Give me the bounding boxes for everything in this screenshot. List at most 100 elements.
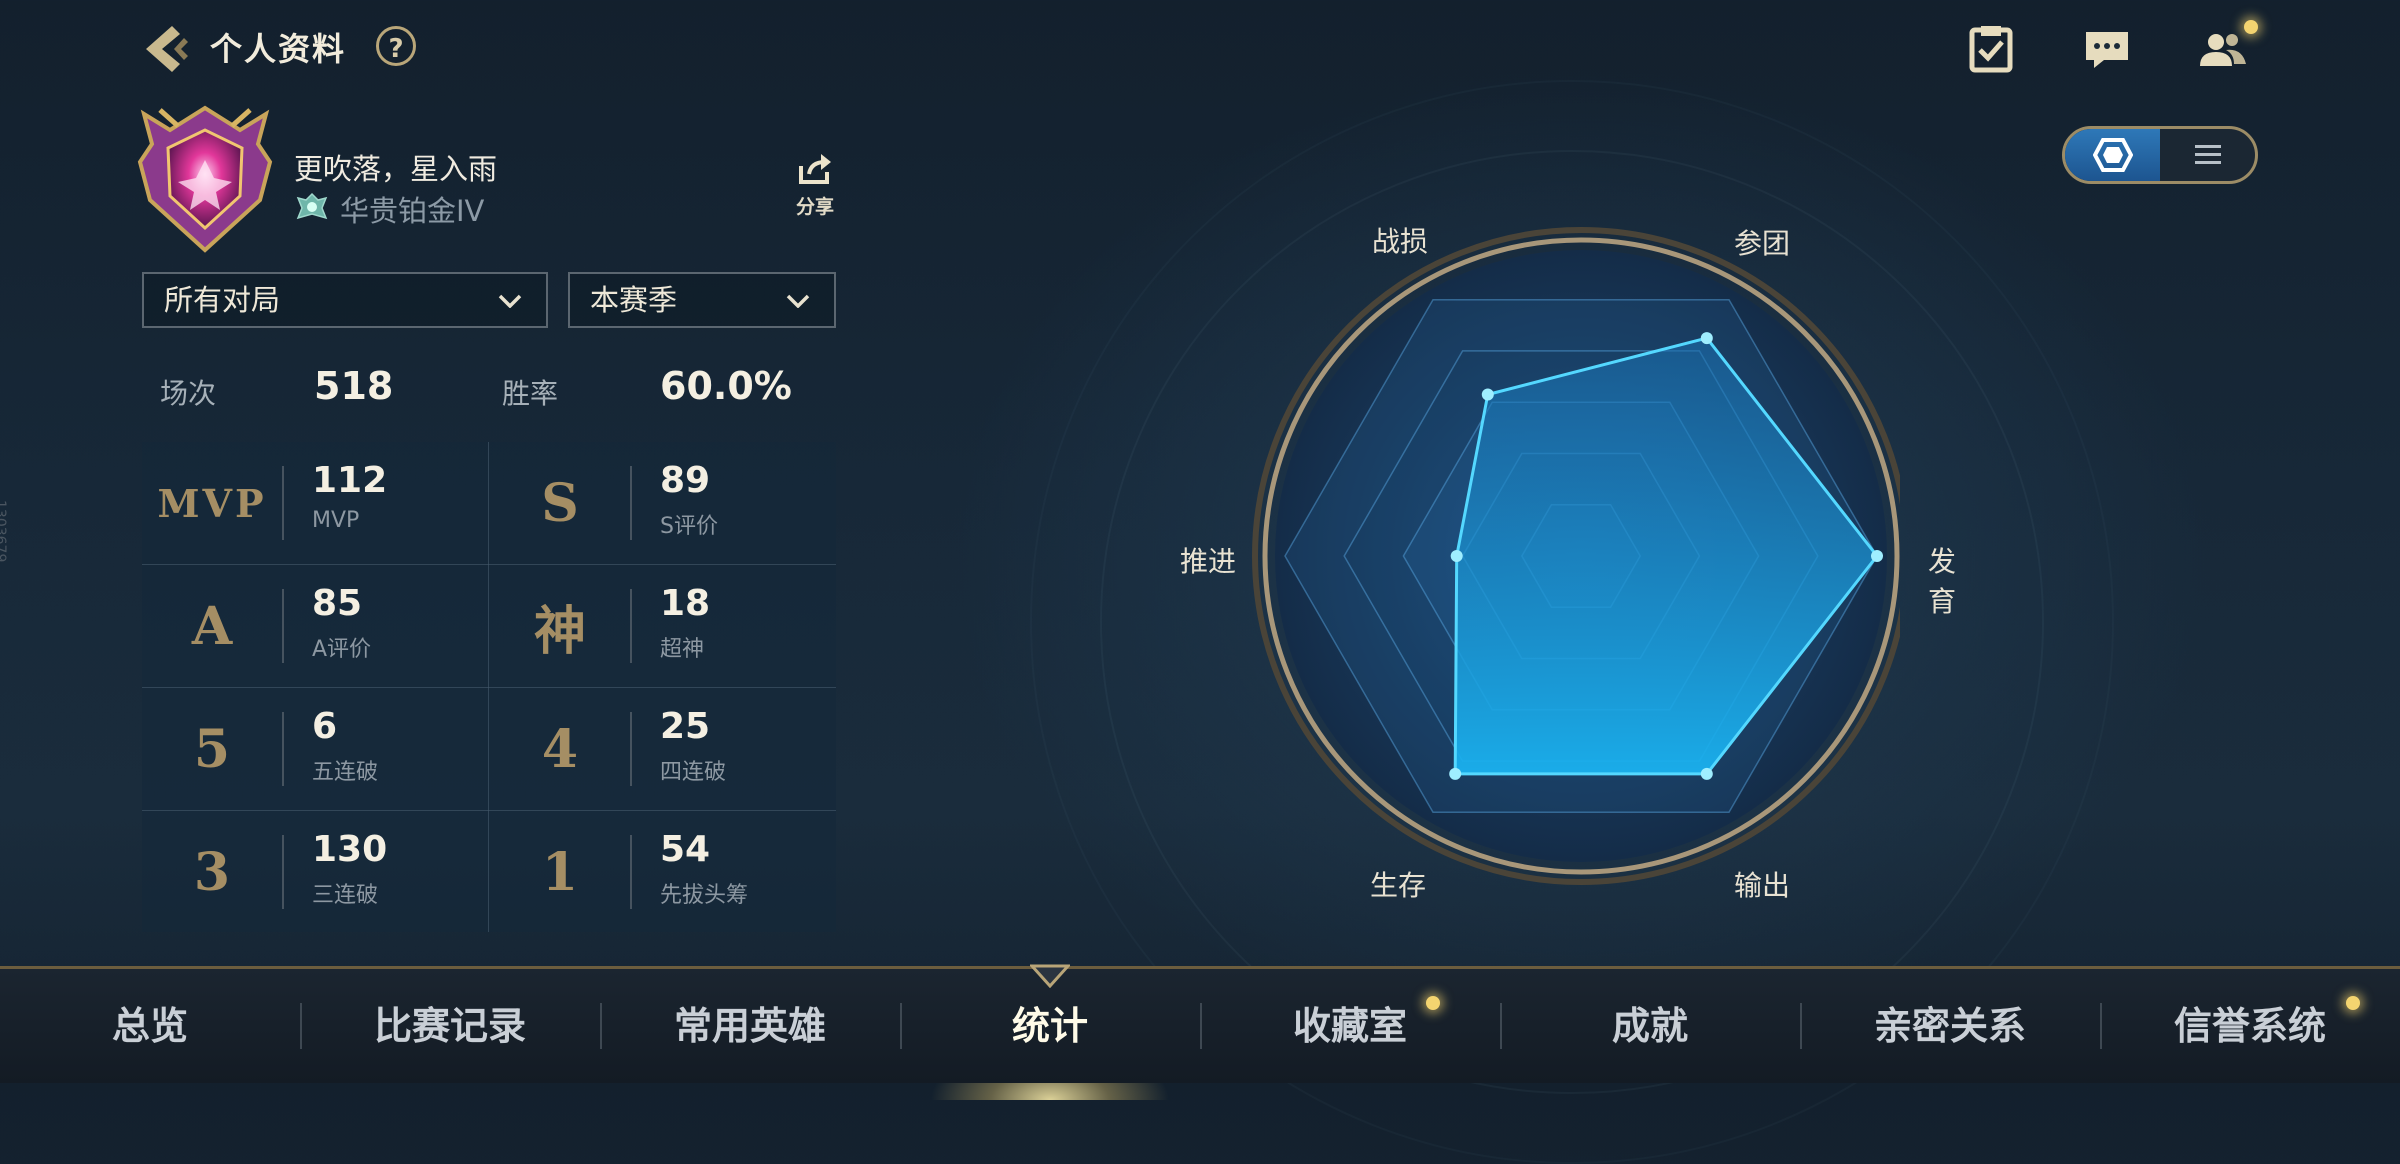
winrate-label: 胜率 xyxy=(502,377,559,410)
cell-divider xyxy=(630,466,632,540)
match-type-dropdown[interactable]: 所有对局 xyxy=(142,272,548,328)
tab-collection[interactable]: 收藏室 xyxy=(1200,969,1500,1083)
stat-value: 6 xyxy=(312,706,338,747)
match-type-value: 所有对局 xyxy=(164,283,281,317)
radar-axis-label: 输出 xyxy=(1734,869,1791,902)
stat-label: MVP xyxy=(312,508,360,533)
friends-icon xyxy=(2200,34,2246,66)
tab-common-heroes[interactable]: 常用英雄 xyxy=(600,969,900,1083)
platinum-rank-icon xyxy=(296,192,328,220)
rank-emblem-icon xyxy=(137,105,273,253)
radar-view-button[interactable] xyxy=(2065,129,2160,181)
stat-label: 三连破 xyxy=(312,883,379,908)
radar-point xyxy=(1700,767,1713,780)
cell-divider xyxy=(630,589,632,663)
list-view-button[interactable] xyxy=(2160,129,2255,181)
godlike-badge-icon: 神 xyxy=(533,600,586,662)
collection-notification-dot xyxy=(1426,996,1440,1010)
stat-label: 超神 xyxy=(660,637,705,662)
stat-label: A评价 xyxy=(312,637,372,662)
stat-label: 五连破 xyxy=(312,760,379,785)
triple-kill-badge-icon: 3 xyxy=(193,841,231,903)
season-dropdown[interactable]: 本赛季 xyxy=(568,272,836,328)
chat-button[interactable] xyxy=(2080,22,2134,76)
chat-bubble-icon xyxy=(2086,32,2128,68)
list-icon xyxy=(2194,145,2221,164)
matches-value: 518 xyxy=(314,364,394,408)
radar-point xyxy=(1481,388,1494,401)
radar-axis-label: 战损 xyxy=(1372,225,1429,258)
chevron-down-icon xyxy=(498,294,522,308)
friends-button[interactable] xyxy=(2196,22,2250,76)
radar-axis-label: 发育 xyxy=(1928,545,1957,618)
s-rating-badge-icon: S xyxy=(541,472,579,534)
radar-point xyxy=(1449,767,1462,780)
tab-credit-system[interactable]: 信誉系统 xyxy=(2100,969,2400,1083)
side-id: 1303679 xyxy=(0,500,8,563)
friends-notification-dot xyxy=(2244,20,2258,34)
stat-penta-kill: 5 6 五连破 xyxy=(142,688,488,810)
stat-value: 89 xyxy=(660,460,711,501)
clipboard-check-icon xyxy=(1969,26,2013,73)
stat-label: S评价 xyxy=(660,514,718,539)
rank-emblem-avatar[interactable] xyxy=(130,100,280,260)
cell-divider xyxy=(282,589,284,663)
stat-value: 18 xyxy=(660,583,711,624)
tab-intimacy[interactable]: 亲密关系 xyxy=(1800,969,2100,1083)
rank-tier-badge xyxy=(294,190,330,226)
radar-axis-label: 参团 xyxy=(1734,227,1791,260)
stat-value: 85 xyxy=(312,583,363,624)
page-title: 个人资料 xyxy=(210,30,347,68)
stat-s-rating: S 89 S评价 xyxy=(490,442,836,564)
stat-value: 25 xyxy=(660,706,711,747)
radar-chart: 战损 参团 发育 输出 生存 推进 xyxy=(1160,220,1956,902)
quadra-kill-badge-icon: 4 xyxy=(541,718,579,780)
stat-first-blood: 1 54 先拔头筹 xyxy=(490,811,836,933)
stat-mvp: MVP 112 MVP xyxy=(142,442,488,564)
bottom-nav: 总览 比赛记录 常用英雄 统计 收藏室 成就 亲密关系 信誉系统 xyxy=(0,966,2400,1083)
radar-point xyxy=(1871,550,1883,562)
mvp-badge-icon: MVP xyxy=(157,480,267,526)
rank-name: 华贵铂金IV xyxy=(340,194,485,228)
cell-divider xyxy=(282,712,284,786)
hexagon-icon xyxy=(2092,138,2133,172)
share-icon xyxy=(799,154,831,184)
tab-overview[interactable]: 总览 xyxy=(0,969,300,1083)
cell-divider xyxy=(282,466,284,540)
back-button[interactable] xyxy=(138,20,196,78)
username: 更吹落，星入雨 xyxy=(294,152,498,186)
task-checklist-button[interactable] xyxy=(1964,22,2018,76)
stat-value: 112 xyxy=(312,460,388,501)
share-button[interactable]: 分享 xyxy=(790,152,840,219)
first-blood-badge-icon: 1 xyxy=(541,841,579,903)
back-arrow-icon xyxy=(146,26,188,72)
grid-divider xyxy=(488,442,489,932)
cell-divider xyxy=(630,835,632,909)
view-toggle[interactable] xyxy=(2062,126,2258,184)
cell-divider xyxy=(282,835,284,909)
matches-label: 场次 xyxy=(160,377,217,410)
radar-point xyxy=(1700,332,1713,345)
stat-label: 四连破 xyxy=(660,760,727,785)
penta-kill-badge-icon: 5 xyxy=(193,718,231,780)
stat-godlike: 神 18 超神 xyxy=(490,565,836,687)
stat-triple-kill: 3 130 三连破 xyxy=(142,811,488,933)
radar-axis-label: 生存 xyxy=(1370,869,1427,902)
a-rating-badge-icon: A xyxy=(191,595,233,657)
stats-grid: MVP 112 MVP S 89 S评价 A 85 A评价 神 18 超神 5 … xyxy=(142,442,836,932)
stat-a-rating: A 85 A评价 xyxy=(142,565,488,687)
chevron-down-icon xyxy=(786,294,810,308)
stat-label: 先拔头筹 xyxy=(660,883,749,908)
season-value: 本赛季 xyxy=(590,283,678,317)
stat-value: 130 xyxy=(312,829,388,870)
radar-point xyxy=(1450,550,1463,562)
tab-achievements[interactable]: 成就 xyxy=(1500,969,1800,1083)
tab-match-history[interactable]: 比赛记录 xyxy=(300,969,600,1083)
cell-divider xyxy=(630,712,632,786)
credit-notification-dot xyxy=(2346,996,2360,1010)
stat-value: 54 xyxy=(660,829,711,870)
share-label: 分享 xyxy=(795,196,834,218)
winrate-value: 60.0% xyxy=(660,364,792,408)
help-button[interactable]: ? xyxy=(376,26,416,66)
radar-chart-svg xyxy=(1252,227,1910,885)
